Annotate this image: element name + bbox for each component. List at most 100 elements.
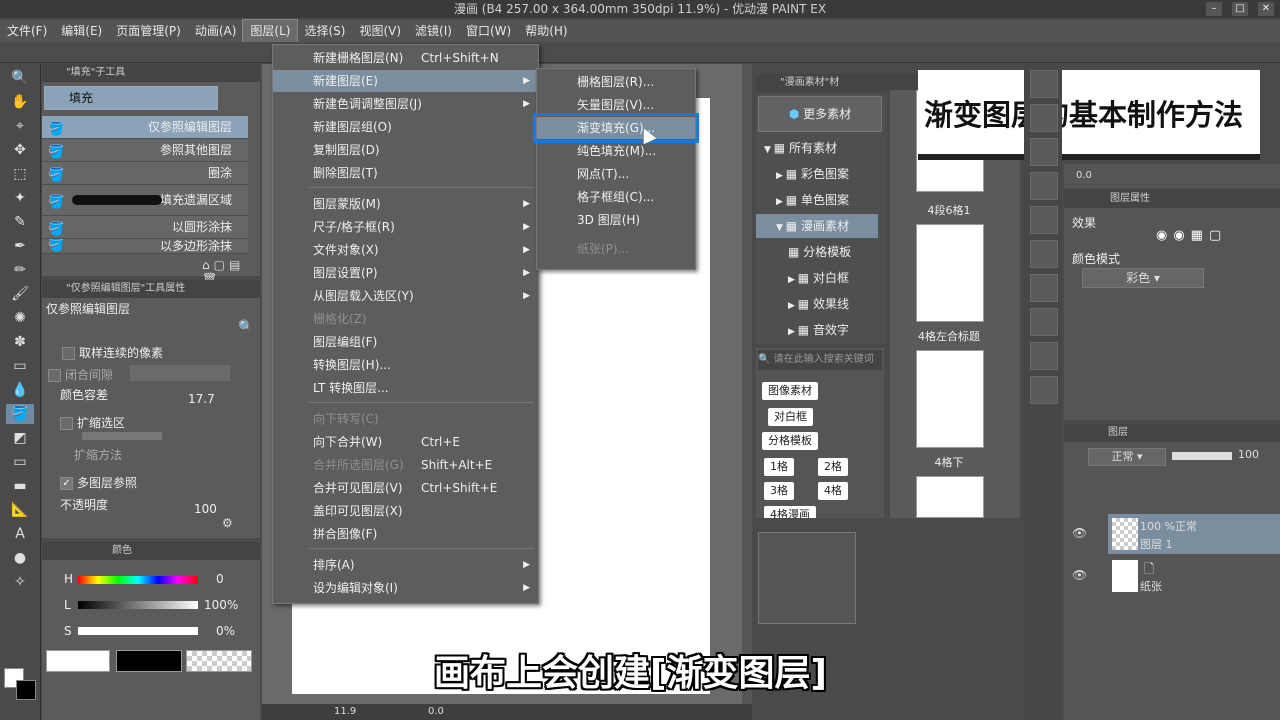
new-layer-submenu-item[interactable]: 网点(T)... xyxy=(537,163,695,185)
layer-menu-item[interactable]: 设为编辑对象(I) ▶ xyxy=(273,577,538,599)
layer-menu-item[interactable]: 删除图层(T) xyxy=(273,162,538,184)
panel-toggle-icon[interactable] xyxy=(1030,274,1058,302)
correct-line-icon[interactable]: ✧ xyxy=(6,572,34,592)
material-tag[interactable]: 1格 xyxy=(764,458,794,476)
frame-tool-icon[interactable]: ▬ xyxy=(6,476,34,496)
material-tree-item[interactable]: ▼ ▦ 漫画素材 xyxy=(756,214,878,238)
panel-toggle-icon[interactable] xyxy=(1030,138,1058,166)
close-button[interactable]: ✕ xyxy=(1258,2,1274,16)
operation-tool-icon[interactable]: ⌖ xyxy=(6,116,34,136)
layer-menu-item[interactable]: 盖印可见图层(X) xyxy=(273,500,538,522)
color-mode-select[interactable]: 彩色 ▾ xyxy=(1082,268,1204,288)
layer-opacity-slider[interactable] xyxy=(1172,452,1232,460)
layer-menu-item[interactable]: LT 转换图层... xyxy=(273,377,538,399)
eyedropper-icon[interactable]: ✎ xyxy=(6,212,34,232)
material-tree-item[interactable]: ▶ ▦ 音效字 xyxy=(756,318,878,342)
close-gap-checkbox[interactable]: 闭合间隙 xyxy=(48,366,113,383)
hue-slider[interactable] xyxy=(78,576,198,584)
subtool-item[interactable]: 🪣 仅参照编辑图层 xyxy=(42,116,248,139)
new-layer-submenu-item[interactable]: 3D 图层(H) xyxy=(537,209,695,231)
blend-mode-select[interactable]: 正常 ▾ xyxy=(1088,448,1166,466)
subtool-item[interactable]: 🪣 以圆形涂抹 xyxy=(42,216,248,239)
layer-menu-item[interactable]: 向下合并(W) Ctrl+E xyxy=(273,431,538,453)
layer-menu-item[interactable]: 图层设置(P) ▶ xyxy=(273,262,538,284)
expand-slider[interactable] xyxy=(82,432,162,440)
ruler-tool-icon[interactable]: 📐 xyxy=(6,500,34,520)
subtool-item[interactable]: 🪣 以多边形涂抹 xyxy=(42,239,248,254)
brush-tool-icon[interactable]: 🖌 xyxy=(6,284,34,304)
layer-menu-item[interactable]: 新建色调调整图层(J) ▶ xyxy=(273,93,538,115)
layer-menu-item[interactable]: 新建图层(E) ▶ xyxy=(273,70,538,92)
material-tag[interactable]: 4格 xyxy=(818,482,848,500)
hand-tool-icon[interactable]: ✋ xyxy=(6,92,34,112)
material-tree-item[interactable]: ▶ ▦ 对白框 xyxy=(756,266,878,290)
panel-toggle-icon[interactable] xyxy=(1030,376,1058,404)
subtool-item[interactable]: 🪣 填充遗漏区域 xyxy=(42,185,248,216)
s-value[interactable]: 0% xyxy=(216,624,235,638)
layer-menu-item[interactable]: 转换图层(H)... xyxy=(273,354,538,376)
layer-menu-item[interactable]: 新建栅格图层(N) Ctrl+Shift+N xyxy=(273,47,538,69)
close-gap-slider[interactable] xyxy=(130,365,230,381)
new-layer-submenu-item[interactable]: 渐变填充(G)... xyxy=(533,113,699,143)
sub-color-box[interactable] xyxy=(116,650,182,672)
layer-menu-item[interactable]: 合并可见图层(V) Ctrl+Shift+E xyxy=(273,477,538,499)
multi-ref-checkbox[interactable]: ✓ 多图层参照 xyxy=(60,474,137,491)
h-value[interactable]: 0 xyxy=(216,572,224,586)
minimize-button[interactable]: – xyxy=(1206,2,1222,16)
more-materials-button[interactable]: ⬢ 更多素材 xyxy=(758,96,882,132)
menu-help[interactable]: 帮助(H) xyxy=(518,20,574,42)
zoom-tool-icon[interactable]: 🔍 xyxy=(6,68,34,88)
angle-value[interactable]: 0.0 xyxy=(428,706,444,717)
menu-view[interactable]: 视图(V) xyxy=(352,20,408,42)
panel-toggle-icon[interactable] xyxy=(1030,342,1058,370)
material-tree-item[interactable]: ▦ 分格模板 xyxy=(756,240,878,264)
balloon-tool-icon[interactable]: ● xyxy=(6,548,34,568)
l-value[interactable]: 100% xyxy=(204,598,238,612)
new-layer-submenu-item[interactable]: 矢量图层(V)... xyxy=(537,94,695,116)
panel-toggle-icon[interactable] xyxy=(1030,70,1058,98)
layer-menu-item[interactable]: 从图层载入选区(Y) ▶ xyxy=(273,285,538,307)
layer-menu-item[interactable]: 图层蒙版(M) ▶ xyxy=(273,193,538,215)
material-tag[interactable]: 对白框 xyxy=(768,408,813,426)
blend-tool-icon[interactable]: 💧 xyxy=(6,380,34,400)
panel-template-thumbnail[interactable] xyxy=(916,224,984,322)
move-tool-icon[interactable]: ✥ xyxy=(6,140,34,160)
subtool-group-tab[interactable]: 填充 xyxy=(44,86,218,110)
material-tree-item[interactable]: ▶ ▦ 单色图案 xyxy=(756,188,878,212)
panel-toggle-icon[interactable] xyxy=(1030,240,1058,268)
panel-template-thumbnail[interactable] xyxy=(916,476,984,518)
magic-wand-icon[interactable]: ✦ xyxy=(6,188,34,208)
subtool-item[interactable]: 🪣 圈涂 xyxy=(42,162,248,185)
new-layer-submenu-item[interactable]: 栅格图层(R)... xyxy=(537,71,695,93)
transparent-color-box[interactable] xyxy=(186,650,252,672)
new-layer-submenu-item[interactable]: 格子框组(C)... xyxy=(537,186,695,208)
saturation-slider[interactable] xyxy=(78,627,198,635)
material-tag[interactable]: 3格 xyxy=(764,482,794,500)
panel-toggle-icon[interactable] xyxy=(1030,308,1058,336)
layer-row[interactable]: 100 %正常 图层 1 xyxy=(1108,514,1280,554)
airbrush-icon[interactable]: ✺ xyxy=(6,308,34,328)
layer-menu-item[interactable]: 新建图层组(O) xyxy=(273,116,538,138)
decoration-icon[interactable]: ✽ xyxy=(6,332,34,352)
effect-icons[interactable]: ◉◉▦▢ xyxy=(1156,228,1256,244)
figure-tool-icon[interactable]: ▭ xyxy=(6,452,34,472)
expand-checkbox[interactable]: 扩缩选区 xyxy=(60,414,125,431)
layer-menu-item[interactable]: 尺子/格子框(R) ▶ xyxy=(273,216,538,238)
layer-opacity-value[interactable]: 100 xyxy=(1238,448,1259,461)
panel-toggle-icon[interactable] xyxy=(1030,206,1058,234)
selection-tool-icon[interactable]: ⬚ xyxy=(6,164,34,184)
menu-select[interactable]: 选择(S) xyxy=(297,20,352,42)
eye-icon[interactable]: 👁 xyxy=(1072,568,1087,582)
layer-row[interactable]: 🗋 纸张 xyxy=(1108,556,1280,596)
main-color-box[interactable] xyxy=(46,650,110,672)
panel-toggle-icon[interactable] xyxy=(1030,104,1058,132)
canvas-scrollbar[interactable] xyxy=(742,64,752,704)
eraser-icon[interactable]: ▭ xyxy=(6,356,34,376)
pencil-tool-icon[interactable]: ✏ xyxy=(6,260,34,280)
layer-menu-item[interactable]: 拼合图像(F) xyxy=(273,523,538,545)
layer-menu-item[interactable]: 文件对象(X) ▶ xyxy=(273,239,538,261)
opacity-value[interactable]: 100 xyxy=(194,502,217,516)
panel-toggle-icon[interactable] xyxy=(1030,172,1058,200)
material-tag[interactable]: 图像素材 xyxy=(762,382,818,400)
menu-layer[interactable]: 图层(L) xyxy=(242,19,299,43)
